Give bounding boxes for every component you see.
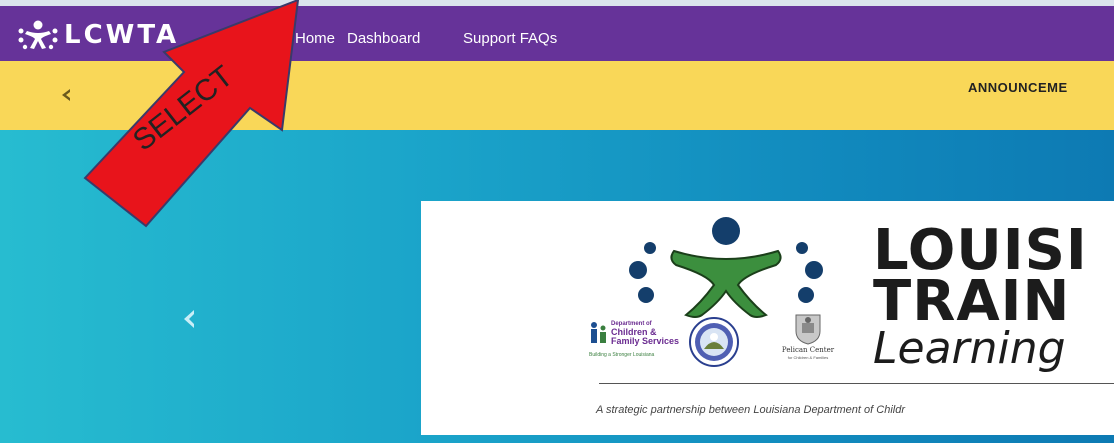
- slide-title-line-3: Learning: [873, 323, 1066, 374]
- announcements-bar: ANNOUNCEME: [0, 61, 1114, 130]
- brand-name: LCWTA: [64, 20, 180, 50]
- nav-home-link[interactable]: Home: [295, 30, 335, 48]
- brand-logo[interactable]: LCWTA: [18, 20, 179, 50]
- state-seal-icon: [689, 317, 739, 367]
- top-navbar: LCWTA Home Dashboard Support FAQs: [0, 6, 1114, 61]
- people-circle-icon: [18, 20, 58, 50]
- dcfs-partner-logo: Department of Children & Family Services…: [589, 319, 679, 361]
- slide-title-line-2: TRAIN: [873, 269, 1071, 334]
- nav-dashboard-link[interactable]: Dashboard: [347, 30, 420, 48]
- pelican-center-name: Pelican Center: [781, 346, 835, 354]
- pelican-crest-icon: [795, 314, 821, 345]
- pelican-center-logo: Pelican Center for Children & Families: [773, 311, 843, 363]
- family-figures-icon: [591, 322, 606, 343]
- slide-tagline: A strategic partnership between Louisian…: [596, 404, 905, 416]
- dcfs-tagline: Building a Stronger Louisiana: [589, 352, 655, 358]
- lcwta-figure-logo: [629, 217, 823, 318]
- nav-support-faqs-link[interactable]: Support FAQs: [463, 30, 557, 48]
- hero-slide-card: LOUISI TRAIN Learning Department of Chil…: [421, 201, 1114, 435]
- chevron-left-icon[interactable]: [54, 83, 78, 107]
- slide-divider: [599, 383, 1114, 384]
- announcements-title: ANNOUNCEME: [968, 80, 1068, 95]
- carousel-prev-chevron-icon[interactable]: [178, 306, 200, 332]
- pelican-center-subtitle: for Children & Families: [787, 355, 829, 360]
- dcfs-name: Department of Children & Family Services: [611, 321, 680, 346]
